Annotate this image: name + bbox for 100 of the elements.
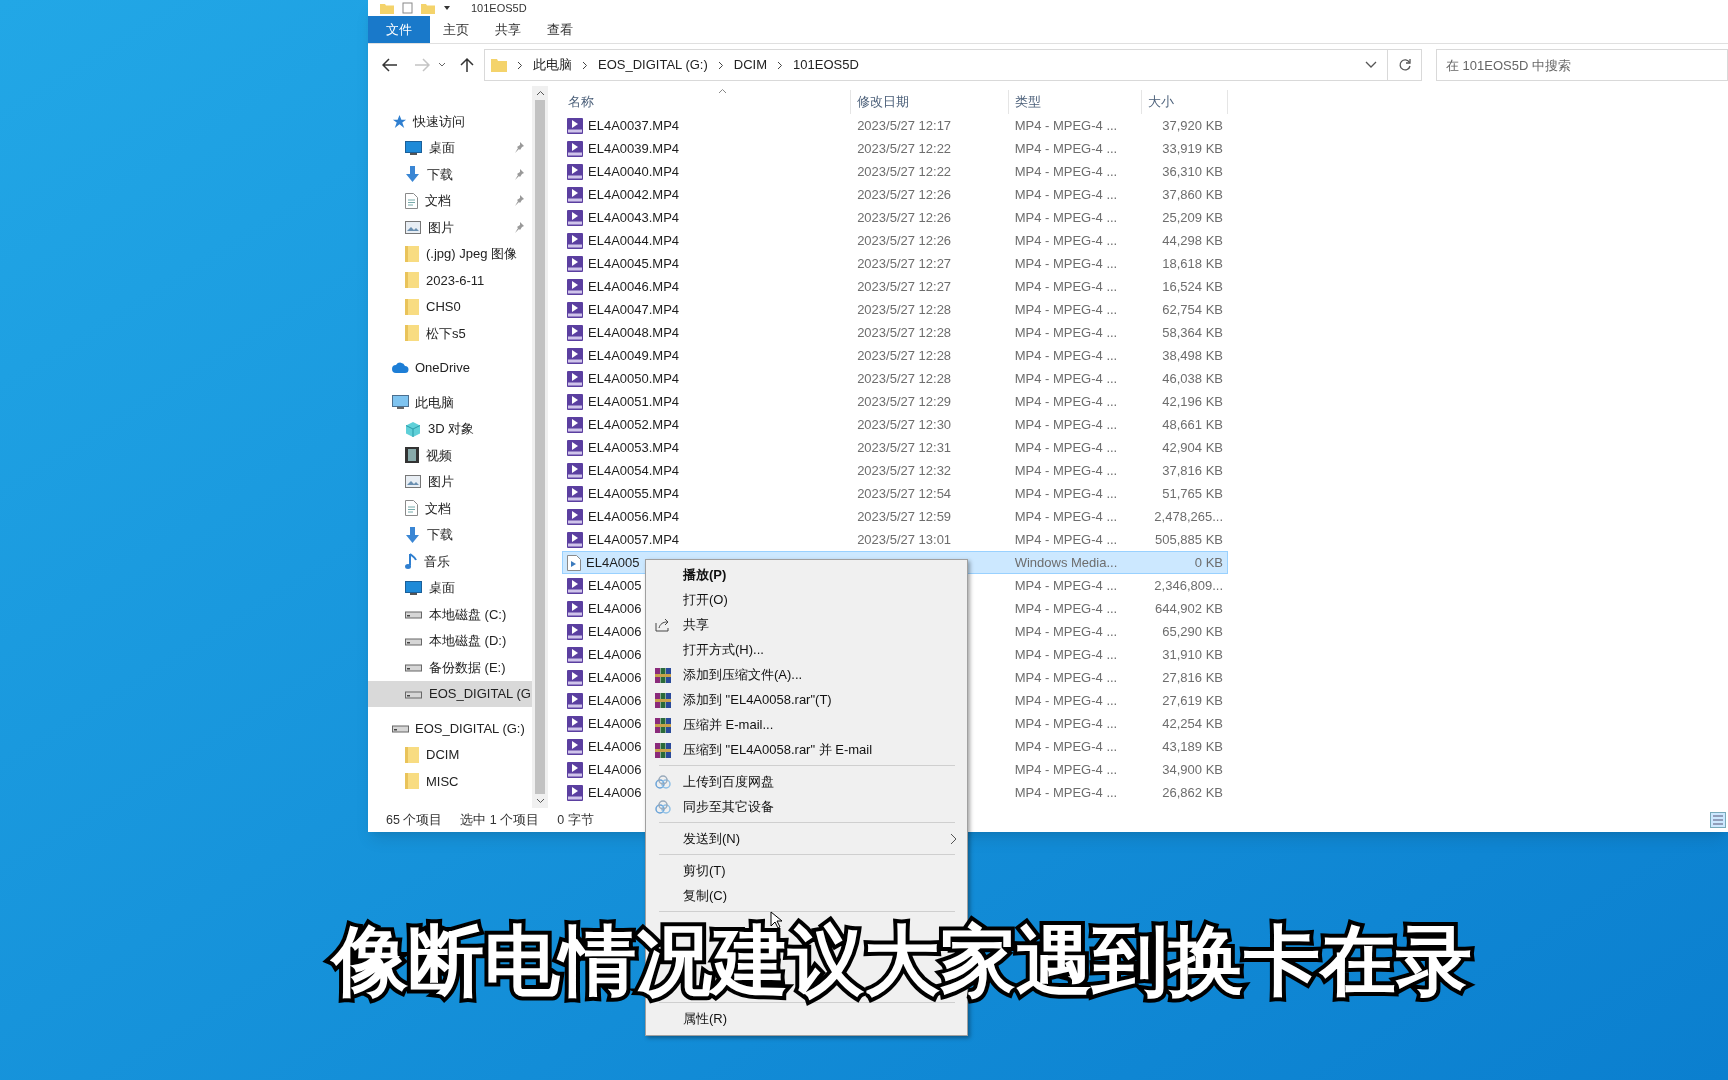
file-name: EL4A005 <box>586 553 640 572</box>
file-type: MP4 - MPEG-4 ... <box>1014 485 1118 501</box>
file-size: 31,910 KB <box>1162 645 1223 664</box>
file-size: 58,364 KB <box>1162 323 1223 342</box>
modified-date: 2023/5/27 12:28 <box>857 370 952 386</box>
file-size: 51,765 KB <box>1162 484 1223 503</box>
file-name: EL4A0047.MP4 <box>588 300 680 319</box>
file-name: EL4A006 <box>588 714 642 733</box>
file-type: MP4 - MPEG-4 ... <box>1014 669 1118 685</box>
file-name: EL4A0056.MP4 <box>588 507 680 526</box>
file-type: MP4 - MPEG-4 ... <box>1014 140 1118 156</box>
file-type: MP4 - MPEG-4 ... <box>1014 232 1118 248</box>
modified-date: 2023/5/27 12:28 <box>857 301 952 317</box>
file-name: EL4A0048.MP4 <box>588 323 680 342</box>
file-type: MP4 - MPEG-4 ... <box>1014 623 1118 639</box>
file-name: EL4A0052.MP4 <box>588 415 680 434</box>
file-size: 0 KB <box>1194 553 1223 572</box>
status-text: 65 个项目 <box>386 811 443 829</box>
file-type: MP4 - MPEG-4 ... <box>1014 577 1118 593</box>
file-size: 42,254 KB <box>1162 714 1223 733</box>
modified-date: 2023/5/27 12:28 <box>857 324 952 340</box>
file-size: 18,618 KB <box>1162 254 1223 273</box>
file-type: MP4 - MPEG-4 ... <box>1014 761 1118 777</box>
modified-date: 2023/5/27 12:26 <box>857 186 952 202</box>
file-size: 505,885 KB <box>1155 530 1223 549</box>
file-name: EL4A0042.MP4 <box>588 185 680 204</box>
modified-date: 2023/5/27 12:28 <box>857 347 952 363</box>
file-type: MP4 - MPEG-4 ... <box>1014 255 1118 271</box>
modified-date: 2023/5/27 12:27 <box>857 255 952 271</box>
file-type: MP4 - MPEG-4 ... <box>1014 278 1118 294</box>
file-name: EL4A0037.MP4 <box>588 116 680 135</box>
file-size: 2,346,809... <box>1154 576 1223 595</box>
file-name: EL4A006 <box>588 783 642 802</box>
file-name: EL4A006 <box>588 668 642 687</box>
file-type: MP4 - MPEG-4 ... <box>1014 462 1118 478</box>
file-type: MP4 - MPEG-4 ... <box>1014 347 1118 363</box>
file-size: 644,902 KB <box>1155 599 1223 618</box>
file-type: MP4 - MPEG-4 ... <box>1014 646 1118 662</box>
file-type: MP4 - MPEG-4 ... <box>1014 738 1118 754</box>
modified-date: 2023/5/27 12:29 <box>857 393 952 409</box>
file-type: MP4 - MPEG-4 ... <box>1014 692 1118 708</box>
file-type: Windows Media... <box>1014 554 1118 570</box>
modified-date: 2023/5/27 12:17 <box>857 117 952 133</box>
file-name: EL4A006 <box>588 691 642 710</box>
file-type: MP4 - MPEG-4 ... <box>1014 416 1118 432</box>
modified-date: 2023/5/27 12:30 <box>857 416 952 432</box>
file-name: EL4A006 <box>588 760 642 779</box>
file-size: 46,038 KB <box>1162 369 1223 388</box>
modified-date: 2023/5/27 12:32 <box>857 462 952 478</box>
file-size: 37,920 KB <box>1162 116 1223 135</box>
modified-date: 2023/5/27 12:59 <box>857 508 952 524</box>
file-size: 44,298 KB <box>1162 231 1223 250</box>
modified-date: 2023/5/27 12:22 <box>857 163 952 179</box>
modified-date: 2023/5/27 12:22 <box>857 140 952 156</box>
file-type: MP4 - MPEG-4 ... <box>1014 508 1118 524</box>
file-name: EL4A006 <box>588 645 642 664</box>
file-type: MP4 - MPEG-4 ... <box>1014 370 1118 386</box>
file-type: MP4 - MPEG-4 ... <box>1014 324 1118 340</box>
file-name: EL4A0055.MP4 <box>588 484 680 503</box>
file-size: 37,816 KB <box>1162 461 1223 480</box>
file-name: EL4A0054.MP4 <box>588 461 680 480</box>
status-text: 0 字节 <box>557 811 594 829</box>
file-size: 27,816 KB <box>1162 668 1223 687</box>
file-type: MP4 - MPEG-4 ... <box>1014 301 1118 317</box>
modified-date: 2023/5/27 12:27 <box>857 278 952 294</box>
file-name: EL4A005 <box>588 576 642 595</box>
file-name: EL4A0051.MP4 <box>588 392 680 411</box>
modified-date: 2023/5/27 12:31 <box>857 439 952 455</box>
file-size: 26,862 KB <box>1162 783 1223 802</box>
modified-date: 2023/5/27 13:01 <box>857 531 952 547</box>
file-name: EL4A006 <box>588 737 642 756</box>
file-size: 25,209 KB <box>1162 208 1223 227</box>
file-size: 48,661 KB <box>1162 415 1223 434</box>
file-name: EL4A006 <box>588 622 642 641</box>
file-name: EL4A006 <box>588 599 642 618</box>
file-size: 38,498 KB <box>1162 346 1223 365</box>
file-name: EL4A0053.MP4 <box>588 438 680 457</box>
modified-date: 2023/5/27 12:54 <box>857 485 952 501</box>
file-size: 16,524 KB <box>1162 277 1223 296</box>
file-name: EL4A0040.MP4 <box>588 162 680 181</box>
file-size: 33,919 KB <box>1162 139 1223 158</box>
file-name: EL4A0039.MP4 <box>588 139 680 158</box>
file-name: EL4A0045.MP4 <box>588 254 680 273</box>
file-type: MP4 - MPEG-4 ... <box>1014 531 1118 547</box>
file-type: MP4 - MPEG-4 ... <box>1014 186 1118 202</box>
file-name: EL4A0043.MP4 <box>588 208 680 227</box>
status-text: 选中 1 个项目 <box>460 811 540 829</box>
file-size: 27,619 KB <box>1162 691 1223 710</box>
file-name: EL4A0057.MP4 <box>588 530 680 549</box>
file-type: MP4 - MPEG-4 ... <box>1014 715 1118 731</box>
file-type: MP4 - MPEG-4 ... <box>1014 209 1118 225</box>
file-name: EL4A0049.MP4 <box>588 346 680 365</box>
file-name: EL4A0050.MP4 <box>588 369 680 388</box>
file-size: 42,196 KB <box>1162 392 1223 411</box>
file-type: MP4 - MPEG-4 ... <box>1014 117 1118 133</box>
file-type: MP4 - MPEG-4 ... <box>1014 784 1118 800</box>
file-size: 43,189 KB <box>1162 737 1223 756</box>
file-type: MP4 - MPEG-4 ... <box>1014 393 1118 409</box>
window-title: 101EOS5D <box>471 1 527 15</box>
file-size: 36,310 KB <box>1162 162 1223 181</box>
